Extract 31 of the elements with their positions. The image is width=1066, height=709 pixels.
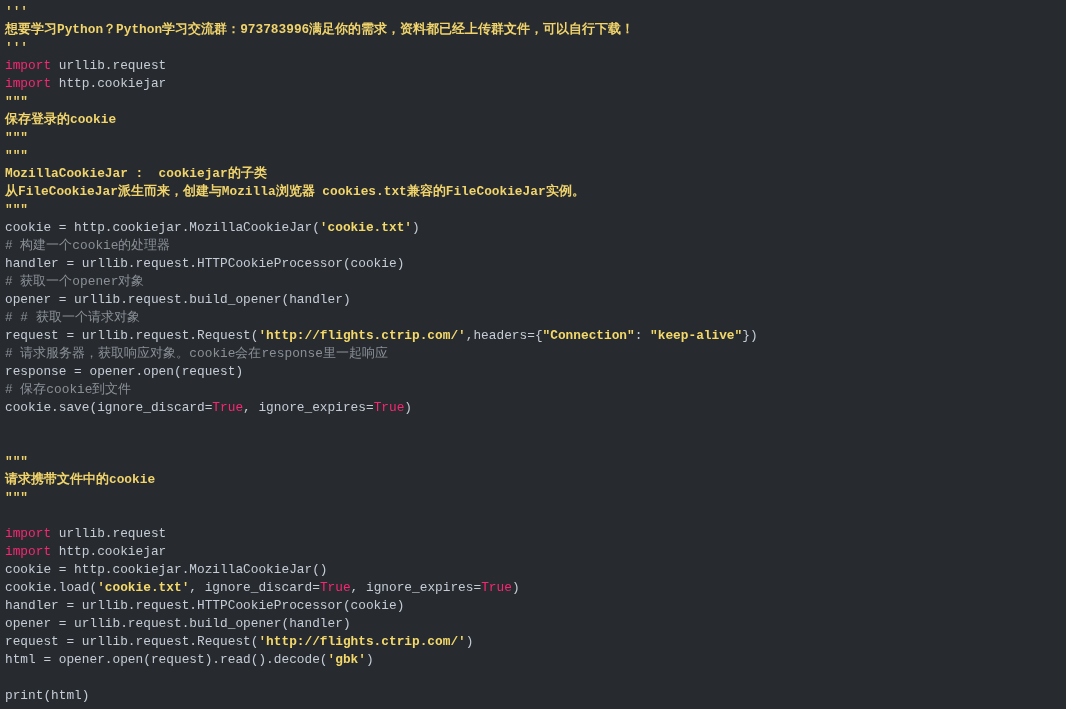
code-line: """ (5, 148, 29, 163)
code-line: 请求携带文件中的cookie (5, 472, 156, 487)
code-line: import http.cookiejar (5, 544, 167, 559)
code-line: cookie = http.cookiejar.MozillaCookieJar() (5, 562, 328, 577)
code-line: 想要学习Python？Python学习交流群：973783996满足你的需求，资料都已经上传群文件，可以自行下载！ (5, 22, 635, 37)
code-line: """ (5, 454, 29, 469)
code-line: handler = urllib.request.HTTPCookieProcessor(cookie) (5, 598, 405, 613)
code-line: html = opener.open(request).read().decode('gbk') (5, 652, 374, 667)
code-line: import urllib.request (5, 58, 167, 73)
code-line: print(html) (5, 688, 90, 703)
code-line: MozillaCookieJar : cookiejar的子类 (5, 166, 267, 181)
code-line: """ (5, 490, 29, 505)
code-line: """ (5, 94, 29, 109)
code-line: 从FileCookieJar派生而来，创建与Mozilla浏览器 cookies.txt兼容的FileCookieJar实例。 (5, 184, 585, 199)
code-line: cookie = http.cookiejar.MozillaCookieJar('cookie.txt') (5, 220, 420, 235)
code-line: ''' (5, 40, 29, 55)
code-line: import urllib.request (5, 526, 167, 541)
code-line: 保存登录的cookie (5, 112, 117, 127)
code-line: opener = urllib.request.build_opener(handler) (5, 292, 351, 307)
code-line: """ (5, 202, 29, 217)
code-line: ''' (5, 4, 29, 19)
code-line: request = urllib.request.Request('http://flights.ctrip.com/') (5, 634, 474, 649)
code-line: # 保存cookie到文件 (5, 382, 132, 397)
code-line: cookie.save(ignore_discard=True, ignore_expires=True) (5, 400, 413, 415)
code-line: import http.cookiejar (5, 76, 167, 91)
code-line: opener = urllib.request.build_opener(handler) (5, 616, 351, 631)
code-line: handler = urllib.request.HTTPCookieProcessor(cookie) (5, 256, 405, 271)
code-line: response = opener.open(request) (5, 364, 244, 379)
code-line: request = urllib.request.Request('http://flights.ctrip.com/',headers={"Connection": "keep-alive"}) (5, 328, 758, 343)
code-line: cookie.load('cookie.txt', ignore_discard=True, ignore_expires=True) (5, 580, 520, 595)
code-line: """ (5, 130, 29, 145)
